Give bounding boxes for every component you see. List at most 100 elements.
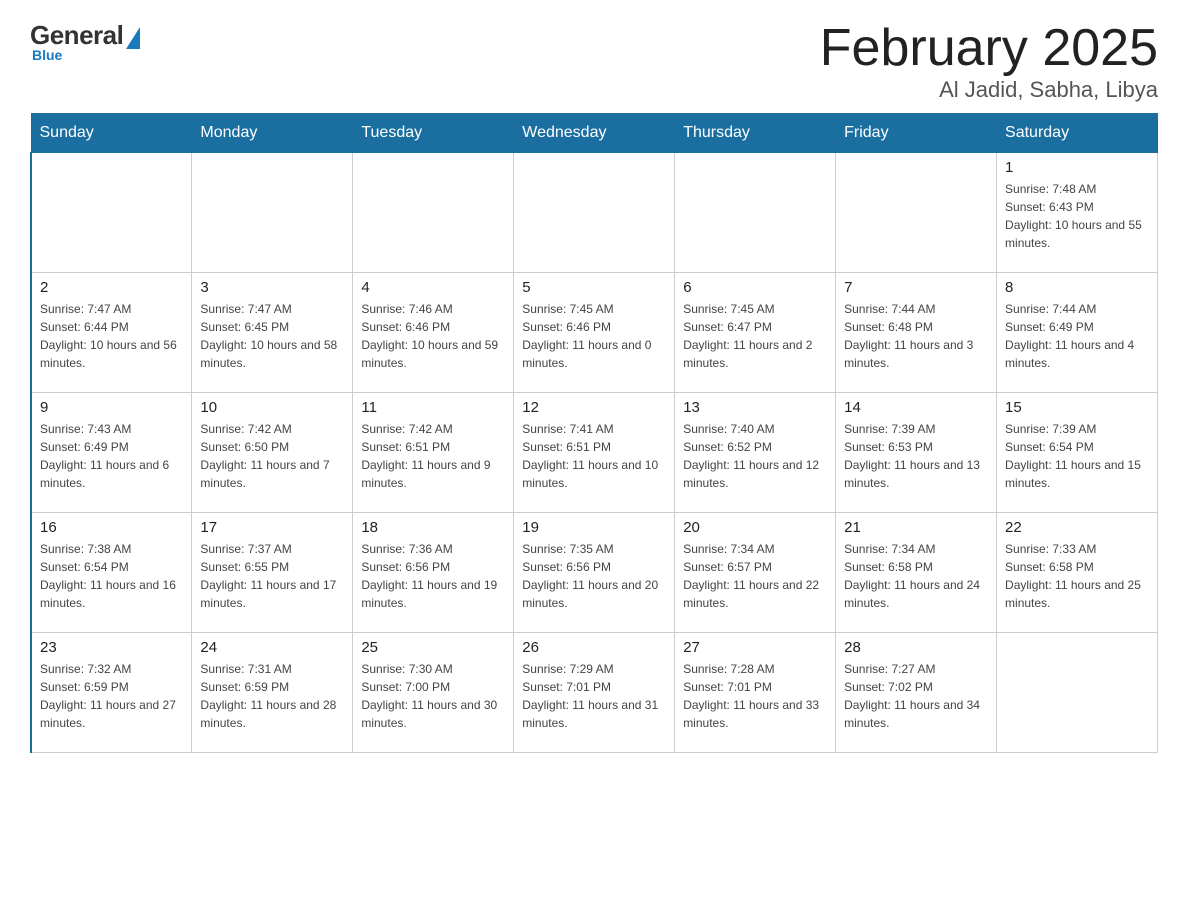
day-number: 25 <box>361 639 505 656</box>
day-sun-info: Sunrise: 7:42 AMSunset: 6:51 PMDaylight:… <box>361 420 505 492</box>
day-number: 17 <box>200 519 344 536</box>
day-cell: 24 Sunrise: 7:31 AMSunset: 6:59 PMDayligh… <box>192 633 353 753</box>
day-sun-info: Sunrise: 7:39 AMSunset: 6:53 PMDaylight:… <box>844 420 988 492</box>
day-sun-info: Sunrise: 7:36 AMSunset: 6:56 PMDaylight:… <box>361 540 505 612</box>
day-sun-info: Sunrise: 7:30 AMSunset: 7:00 PMDaylight:… <box>361 660 505 732</box>
day-number: 13 <box>683 399 827 416</box>
day-sun-info: Sunrise: 7:40 AMSunset: 6:52 PMDaylight:… <box>683 420 827 492</box>
day-cell: 7 Sunrise: 7:44 AMSunset: 6:48 PMDaylight… <box>836 273 997 393</box>
day-cell: 10 Sunrise: 7:42 AMSunset: 6:50 PMDayligh… <box>192 393 353 513</box>
day-number: 19 <box>522 519 666 536</box>
day-sun-info: Sunrise: 7:43 AMSunset: 6:49 PMDaylight:… <box>40 420 183 492</box>
day-number: 10 <box>200 399 344 416</box>
location-title: Al Jadid, Sabha, Libya <box>820 77 1158 103</box>
day-cell: 1 Sunrise: 7:48 AMSunset: 6:43 PMDaylight… <box>997 153 1158 273</box>
day-sun-info: Sunrise: 7:46 AMSunset: 6:46 PMDaylight:… <box>361 300 505 372</box>
day-cell: 23 Sunrise: 7:32 AMSunset: 6:59 PMDayligh… <box>31 633 192 753</box>
week-row-1: 1 Sunrise: 7:48 AMSunset: 6:43 PMDaylight… <box>31 153 1158 273</box>
day-cell: 15Sunrise: 7:39 AMSunset: 6:54 PMDayligh… <box>997 393 1158 513</box>
day-number: 23 <box>40 639 183 656</box>
day-number: 3 <box>200 279 344 296</box>
day-number: 1 <box>1005 159 1149 176</box>
day-cell: 25 Sunrise: 7:30 AMSunset: 7:00 PMDayligh… <box>353 633 514 753</box>
day-cell: 11 Sunrise: 7:42 AMSunset: 6:51 PMDayligh… <box>353 393 514 513</box>
day-cell: 5Sunrise: 7:45 AMSunset: 6:46 PMDaylight… <box>514 273 675 393</box>
day-cell: 2 Sunrise: 7:47 AMSunset: 6:44 PMDaylight… <box>31 273 192 393</box>
day-cell: 18 Sunrise: 7:36 AMSunset: 6:56 PMDayligh… <box>353 513 514 633</box>
day-number: 9 <box>40 399 183 416</box>
day-sun-info: Sunrise: 7:47 AMSunset: 6:44 PMDaylight:… <box>40 300 183 372</box>
day-cell: 12 Sunrise: 7:41 AMSunset: 6:51 PMDayligh… <box>514 393 675 513</box>
day-number: 12 <box>522 399 666 416</box>
logo-triangle-icon <box>126 27 140 49</box>
header-day-tuesday: Tuesday <box>353 114 514 153</box>
day-number: 2 <box>40 279 183 296</box>
day-sun-info: Sunrise: 7:35 AMSunset: 6:56 PMDaylight:… <box>522 540 666 612</box>
day-sun-info: Sunrise: 7:29 AMSunset: 7:01 PMDaylight:… <box>522 660 666 732</box>
day-sun-info: Sunrise: 7:32 AMSunset: 6:59 PMDaylight:… <box>40 660 183 732</box>
day-cell <box>836 153 997 273</box>
month-title: February 2025 <box>820 20 1158 77</box>
day-number: 15 <box>1005 399 1149 416</box>
day-number: 22 <box>1005 519 1149 536</box>
day-sun-info: Sunrise: 7:27 AMSunset: 7:02 PMDaylight:… <box>844 660 988 732</box>
header-day-sunday: Sunday <box>31 114 192 153</box>
day-number: 21 <box>844 519 988 536</box>
calendar-header: SundayMondayTuesdayWednesdayThursdayFrid… <box>31 114 1158 153</box>
day-cell: 22 Sunrise: 7:33 AMSunset: 6:58 PMDayligh… <box>997 513 1158 633</box>
day-sun-info: Sunrise: 7:34 AMSunset: 6:58 PMDaylight:… <box>844 540 988 612</box>
day-cell: 17 Sunrise: 7:37 AMSunset: 6:55 PMDayligh… <box>192 513 353 633</box>
day-cell: 3 Sunrise: 7:47 AMSunset: 6:45 PMDaylight… <box>192 273 353 393</box>
day-sun-info: Sunrise: 7:37 AMSunset: 6:55 PMDaylight:… <box>200 540 344 612</box>
day-sun-info: Sunrise: 7:38 AMSunset: 6:54 PMDaylight:… <box>40 540 183 612</box>
day-cell: 16 Sunrise: 7:38 AMSunset: 6:54 PMDayligh… <box>31 513 192 633</box>
day-cell: 26 Sunrise: 7:29 AMSunset: 7:01 PMDayligh… <box>514 633 675 753</box>
day-cell: 8Sunrise: 7:44 AMSunset: 6:49 PMDaylight… <box>997 273 1158 393</box>
day-cell: 20 Sunrise: 7:34 AMSunset: 6:57 PMDayligh… <box>675 513 836 633</box>
day-number: 5 <box>522 279 666 296</box>
day-sun-info: Sunrise: 7:31 AMSunset: 6:59 PMDaylight:… <box>200 660 344 732</box>
day-sun-info: Sunrise: 7:33 AMSunset: 6:58 PMDaylight:… <box>1005 540 1149 612</box>
week-row-3: 9 Sunrise: 7:43 AMSunset: 6:49 PMDaylight… <box>31 393 1158 513</box>
header-day-saturday: Saturday <box>997 114 1158 153</box>
day-sun-info: Sunrise: 7:45 AMSunset: 6:47 PMDaylight:… <box>683 300 827 372</box>
day-number: 11 <box>361 399 505 416</box>
day-number: 24 <box>200 639 344 656</box>
day-sun-info: Sunrise: 7:28 AMSunset: 7:01 PMDaylight:… <box>683 660 827 732</box>
title-section: February 2025 Al Jadid, Sabha, Libya <box>820 20 1158 103</box>
day-cell <box>675 153 836 273</box>
day-cell: 13 Sunrise: 7:40 AMSunset: 6:52 PMDayligh… <box>675 393 836 513</box>
day-sun-info: Sunrise: 7:44 AMSunset: 6:48 PMDaylight:… <box>844 300 988 372</box>
day-sun-info: Sunrise: 7:34 AMSunset: 6:57 PMDaylight:… <box>683 540 827 612</box>
day-number: 26 <box>522 639 666 656</box>
day-number: 28 <box>844 639 988 656</box>
day-sun-info: Sunrise: 7:44 AMSunset: 6:49 PMDaylight:… <box>1005 300 1149 372</box>
day-sun-info: Sunrise: 7:47 AMSunset: 6:45 PMDaylight:… <box>200 300 344 372</box>
header-day-thursday: Thursday <box>675 114 836 153</box>
calendar-body: 1 Sunrise: 7:48 AMSunset: 6:43 PMDaylight… <box>31 153 1158 753</box>
day-cell <box>353 153 514 273</box>
header-day-friday: Friday <box>836 114 997 153</box>
calendar-table: SundayMondayTuesdayWednesdayThursdayFrid… <box>30 113 1158 753</box>
day-sun-info: Sunrise: 7:42 AMSunset: 6:50 PMDaylight:… <box>200 420 344 492</box>
day-cell: 14 Sunrise: 7:39 AMSunset: 6:53 PMDayligh… <box>836 393 997 513</box>
day-number: 18 <box>361 519 505 536</box>
day-cell <box>997 633 1158 753</box>
day-sun-info: Sunrise: 7:41 AMSunset: 6:51 PMDaylight:… <box>522 420 666 492</box>
day-cell: 28 Sunrise: 7:27 AMSunset: 7:02 PMDayligh… <box>836 633 997 753</box>
day-number: 4 <box>361 279 505 296</box>
page-header: General Blue February 2025 Al Jadid, Sab… <box>30 20 1158 103</box>
day-cell: 6Sunrise: 7:45 AMSunset: 6:47 PMDaylight… <box>675 273 836 393</box>
day-cell <box>192 153 353 273</box>
day-cell <box>31 153 192 273</box>
day-number: 7 <box>844 279 988 296</box>
week-row-5: 23 Sunrise: 7:32 AMSunset: 6:59 PMDayligh… <box>31 633 1158 753</box>
header-row: SundayMondayTuesdayWednesdayThursdayFrid… <box>31 114 1158 153</box>
header-day-monday: Monday <box>192 114 353 153</box>
day-sun-info: Sunrise: 7:48 AMSunset: 6:43 PMDaylight:… <box>1005 180 1149 252</box>
day-number: 20 <box>683 519 827 536</box>
logo-blue-text: Blue <box>32 47 62 63</box>
day-number: 16 <box>40 519 183 536</box>
day-number: 14 <box>844 399 988 416</box>
day-cell: 27Sunrise: 7:28 AMSunset: 7:01 PMDayligh… <box>675 633 836 753</box>
